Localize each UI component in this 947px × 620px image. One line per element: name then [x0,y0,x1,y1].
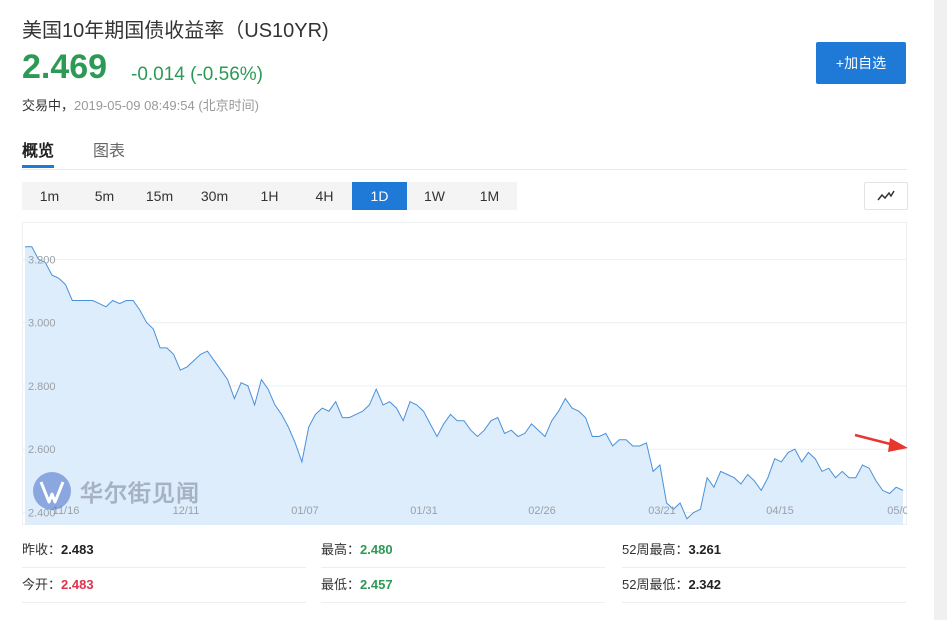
x-tick-label: 05/0 [887,505,907,517]
tab-chart[interactable]: 图表 [93,137,125,161]
chart-type-button[interactable] [864,182,908,210]
stats-panel: 昨收：2.483 最高：2.480 52周最高：3.261 今开：2.483 最… [22,537,907,607]
status-label: 交易中， [22,98,75,113]
stat-value: 2.483 [61,577,94,592]
stat-52w-low: 52周最低：2.342 [622,572,906,603]
x-tick-label: 01/31 [410,505,438,517]
tab-overview[interactable]: 概览 [22,137,54,161]
y-tick-label: 2.600 [28,444,56,456]
page-scrollbar[interactable] [934,0,947,620]
stat-label: 昨收： [22,542,62,557]
time-range-selector: 1m 5m 15m 30m 1H 4H 1D 1W 1M [22,182,517,210]
red-arrow-icon [854,433,908,452]
watermark: 华尔街见闻 [32,471,200,511]
stat-value: 3.261 [688,542,722,557]
stat-low: 最低：2.457 [321,572,605,603]
range-1w-button[interactable]: 1W [407,182,462,210]
stat-label: 最低： [321,577,361,592]
stat-open: 今开：2.483 [22,572,306,603]
y-tick-label: 3.200 [28,254,56,266]
range-1h-button[interactable]: 1H [242,182,297,210]
active-tab-indicator [22,165,54,168]
status-timestamp: 2019-05-09 08:49:54 (北京时间) [74,98,259,113]
stat-label: 最高： [321,542,361,557]
range-1mo-button[interactable]: 1M [462,182,517,210]
stat-high: 最高：2.480 [321,537,605,568]
stat-label: 52周最高： [622,542,689,557]
y-tick-label: 2.800 [28,381,56,393]
line-chart-icon [877,190,895,201]
add-watchlist-button[interactable]: +加自选 [816,42,906,84]
stat-value: 2.480 [360,542,393,557]
stat-value: 2.457 [360,577,393,592]
price-change: -0.014 (-0.56%) [131,64,264,85]
watermark-text: 华尔街见闻 [80,480,200,507]
stat-52w-high: 52周最高：3.261 [622,537,906,568]
range-1d-button[interactable]: 1D [352,182,407,210]
wallstreetcn-logo-icon [33,472,71,510]
range-15m-button[interactable]: 15m [132,182,187,210]
stat-label: 52周最低： [622,577,689,592]
range-30m-button[interactable]: 30m [187,182,242,210]
stat-value: 2.483 [61,542,94,557]
page-title: 美国10年期国债收益率（US10YR) [22,20,329,42]
tabs-divider [22,169,907,170]
x-tick-label: 04/15 [766,505,794,517]
x-tick-label: 03/21 [648,505,676,517]
current-price: 2.469 [22,48,108,86]
range-5m-button[interactable]: 5m [77,182,132,210]
range-1m-button[interactable]: 1m [22,182,77,210]
stat-label: 今开： [22,577,62,592]
range-4h-button[interactable]: 4H [297,182,352,210]
x-tick-label: 02/26 [528,505,556,517]
trading-status: 交易中，2019-05-09 08:49:54 (北京时间) [22,95,259,114]
stat-prev-close: 昨收：2.483 [22,537,306,568]
x-tick-label: 01/07 [291,505,319,517]
y-tick-label: 3.000 [28,318,56,330]
stat-value: 2.342 [688,577,722,592]
